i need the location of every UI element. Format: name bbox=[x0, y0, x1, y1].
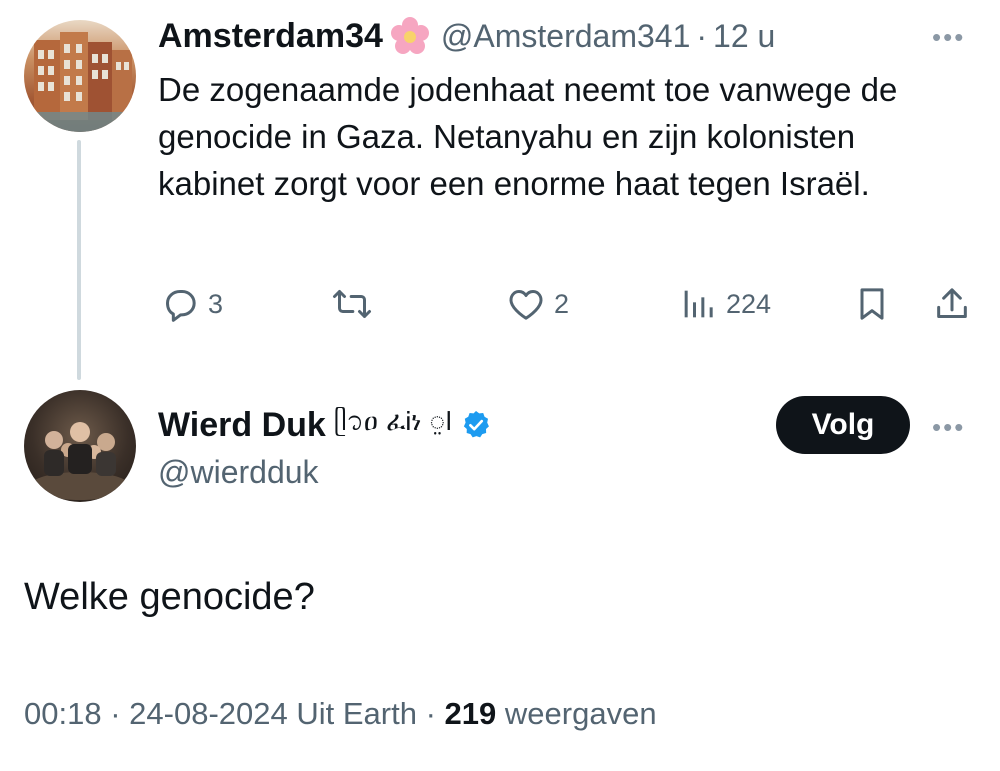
reply-icon bbox=[166, 290, 196, 322]
share-icon bbox=[937, 288, 967, 318]
analytics-icon bbox=[684, 290, 713, 318]
views-label: weergaven bbox=[504, 696, 657, 731]
share-button[interactable] bbox=[932, 284, 972, 324]
handle[interactable]: @wierdduk bbox=[158, 452, 319, 492]
tweet-text: Welke genocide? bbox=[24, 576, 315, 618]
tweet1-header: Amsterdam34 @Amsterdam341 · 12 u bbox=[158, 14, 958, 58]
bookmark-icon bbox=[860, 288, 884, 320]
tweet-date[interactable]: 24-08-2024 bbox=[129, 696, 288, 731]
name-script-text: ᥫ᭡ዐ ፈᎥነ ࡙ߊ bbox=[333, 406, 453, 437]
thread-connector-line bbox=[77, 140, 81, 380]
meta-separator: · bbox=[110, 696, 121, 731]
more-options-icon[interactable]: ••• bbox=[932, 22, 965, 53]
meta-separator: · bbox=[425, 696, 436, 731]
more-options-icon[interactable]: ••• bbox=[932, 412, 965, 443]
display-name[interactable]: Wierd Duk bbox=[158, 405, 326, 445]
like-button[interactable]: 2 bbox=[506, 284, 569, 324]
follow-button[interactable]: Volg bbox=[776, 396, 910, 454]
tweet-text: De zogenaamde jodenhaat neemt toe vanweg… bbox=[158, 71, 898, 202]
heart-icon bbox=[509, 290, 543, 320]
verified-badge-icon bbox=[460, 409, 492, 441]
bookmark-button[interactable] bbox=[852, 284, 892, 324]
avatar-wierdduk[interactable] bbox=[24, 390, 136, 502]
avatar-amsterdam34[interactable] bbox=[24, 20, 136, 132]
flower-emoji-icon bbox=[387, 16, 433, 56]
reply-count: 3 bbox=[208, 288, 224, 319]
canal-houses-image bbox=[24, 32, 136, 132]
reply-button[interactable]: 3 bbox=[160, 284, 223, 324]
tweet-meta: 00:18 · 24-08-2024 Uit Earth · 219 weerg… bbox=[24, 694, 657, 734]
tweet-time[interactable]: 00:18 bbox=[24, 696, 102, 731]
timestamp[interactable]: 12 u bbox=[713, 16, 775, 56]
tweet-source: Uit Earth bbox=[296, 696, 417, 731]
display-name[interactable]: Amsterdam34 bbox=[158, 16, 383, 56]
view-count: 224 bbox=[726, 288, 772, 319]
views-button[interactable]: 224 bbox=[678, 284, 771, 324]
handle[interactable]: @Amsterdam341 bbox=[441, 16, 690, 56]
group-photo-image bbox=[30, 422, 130, 500]
like-count: 2 bbox=[554, 288, 570, 319]
tweet2-header: Wierd Duk ᥫ᭡ዐ ፈᎥነ ࡙ߊ bbox=[158, 402, 492, 448]
retweet-button[interactable] bbox=[332, 284, 380, 324]
separator-dot: · bbox=[696, 18, 708, 54]
retweet-icon bbox=[333, 290, 371, 318]
views-count[interactable]: 219 bbox=[445, 696, 497, 731]
